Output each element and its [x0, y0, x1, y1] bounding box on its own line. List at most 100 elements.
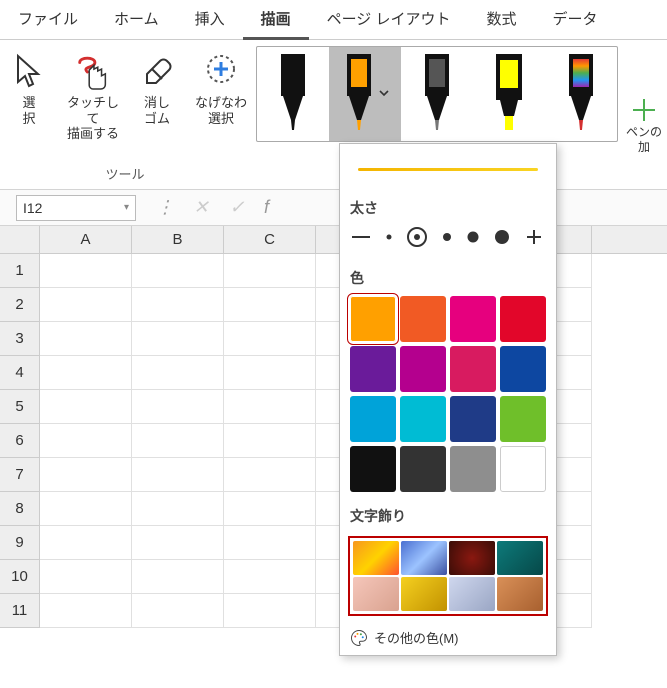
- ribbon-tab-2[interactable]: 挿入: [177, 0, 243, 40]
- row-header[interactable]: 2: [0, 288, 40, 322]
- cell[interactable]: [132, 254, 224, 288]
- cell[interactable]: [40, 288, 132, 322]
- ribbon-tab-4[interactable]: ページ レイアウト: [309, 0, 469, 40]
- color-swatch[interactable]: [400, 296, 446, 342]
- cell[interactable]: [224, 594, 316, 628]
- cell[interactable]: [40, 390, 132, 424]
- row-header[interactable]: 4: [0, 356, 40, 390]
- ribbon-tab-3[interactable]: 描画: [243, 0, 309, 40]
- row-header[interactable]: 1: [0, 254, 40, 288]
- color-swatch[interactable]: [450, 446, 496, 492]
- cell[interactable]: [40, 492, 132, 526]
- cell[interactable]: [40, 322, 132, 356]
- pen-1[interactable]: [329, 47, 401, 141]
- pen-0[interactable]: [257, 47, 329, 141]
- thickness-1[interactable]: [350, 227, 372, 247]
- color-swatch[interactable]: [450, 346, 496, 392]
- confirm-icon[interactable]: ✓: [228, 197, 246, 218]
- cell[interactable]: [40, 424, 132, 458]
- color-swatch[interactable]: [400, 446, 446, 492]
- column-header[interactable]: B: [132, 226, 224, 253]
- more-colors[interactable]: その他の色(M): [340, 622, 556, 655]
- color-swatch[interactable]: [450, 396, 496, 442]
- sheet-area[interactable]: ABCF 1234567891011: [0, 226, 667, 628]
- cell[interactable]: [132, 458, 224, 492]
- cell[interactable]: [132, 560, 224, 594]
- effect-swatch[interactable]: [449, 577, 495, 611]
- color-swatch[interactable]: [500, 346, 546, 392]
- cell[interactable]: [132, 322, 224, 356]
- row-header[interactable]: 8: [0, 492, 40, 526]
- cell[interactable]: [40, 526, 132, 560]
- cell[interactable]: [224, 356, 316, 390]
- row-header[interactable]: 9: [0, 526, 40, 560]
- effect-swatch[interactable]: [497, 577, 543, 611]
- row-header[interactable]: 10: [0, 560, 40, 594]
- ribbon-tab-6[interactable]: データ: [535, 0, 616, 40]
- color-swatch[interactable]: [350, 446, 396, 492]
- ribbon-tab-0[interactable]: ファイル: [0, 0, 96, 40]
- row-header[interactable]: 3: [0, 322, 40, 356]
- cell[interactable]: [132, 356, 224, 390]
- ribbon-tab-1[interactable]: ホーム: [96, 0, 177, 40]
- thickness-4[interactable]: [442, 227, 452, 247]
- cell[interactable]: [132, 492, 224, 526]
- thickness-6[interactable]: [494, 227, 510, 247]
- effect-swatch[interactable]: [401, 577, 447, 611]
- pen-add-button[interactable]: ペンの 加: [624, 40, 664, 189]
- pen-dropdown[interactable]: [378, 87, 390, 102]
- cell[interactable]: [224, 492, 316, 526]
- cell[interactable]: [132, 526, 224, 560]
- cancel-icon[interactable]: ✕: [192, 197, 210, 218]
- effect-swatch[interactable]: [449, 541, 495, 575]
- cell[interactable]: [224, 526, 316, 560]
- cell[interactable]: [224, 254, 316, 288]
- cell[interactable]: [40, 560, 132, 594]
- color-swatch[interactable]: [500, 396, 546, 442]
- color-swatch[interactable]: [400, 396, 446, 442]
- color-swatch[interactable]: [350, 346, 396, 392]
- color-swatch[interactable]: [500, 296, 546, 342]
- fx-icon[interactable]: f: [264, 197, 269, 218]
- cell[interactable]: [224, 560, 316, 594]
- effect-swatch[interactable]: [497, 541, 543, 575]
- lasso-tool[interactable]: なげなわ選択: [191, 45, 251, 142]
- eraser-tool[interactable]: 消しゴム: [127, 45, 187, 142]
- thickness-2[interactable]: [386, 227, 392, 247]
- cell[interactable]: [132, 424, 224, 458]
- name-box[interactable]: I12 ▾: [16, 195, 136, 221]
- row-header[interactable]: 5: [0, 390, 40, 424]
- select-tool[interactable]: 選択: [0, 45, 59, 142]
- cell[interactable]: [40, 254, 132, 288]
- color-swatch[interactable]: [450, 296, 496, 342]
- cell[interactable]: [132, 594, 224, 628]
- cell[interactable]: [224, 390, 316, 424]
- thickness-5[interactable]: [466, 227, 480, 247]
- row-header[interactable]: 6: [0, 424, 40, 458]
- pen-3[interactable]: [473, 47, 545, 141]
- effect-swatch[interactable]: [401, 541, 447, 575]
- thickness-more[interactable]: [524, 227, 544, 247]
- thickness-3[interactable]: [406, 226, 428, 248]
- effect-swatch[interactable]: [353, 577, 399, 611]
- touch-draw-tool[interactable]: タッチして描画する: [63, 45, 123, 142]
- cell[interactable]: [40, 458, 132, 492]
- cell[interactable]: [132, 390, 224, 424]
- cell[interactable]: [224, 322, 316, 356]
- color-swatch[interactable]: [350, 396, 396, 442]
- pen-4[interactable]: [545, 47, 617, 141]
- row-header[interactable]: 7: [0, 458, 40, 492]
- color-swatch[interactable]: [400, 346, 446, 392]
- row-header[interactable]: 11: [0, 594, 40, 628]
- cell[interactable]: [224, 458, 316, 492]
- cell[interactable]: [224, 288, 316, 322]
- cell[interactable]: [224, 424, 316, 458]
- cell[interactable]: [40, 594, 132, 628]
- column-header[interactable]: A: [40, 226, 132, 253]
- pen-2[interactable]: [401, 47, 473, 141]
- ribbon-tab-5[interactable]: 数式: [468, 0, 534, 40]
- column-header[interactable]: C: [224, 226, 316, 253]
- color-swatch[interactable]: [350, 296, 396, 342]
- color-swatch[interactable]: [500, 446, 546, 492]
- cell[interactable]: [40, 356, 132, 390]
